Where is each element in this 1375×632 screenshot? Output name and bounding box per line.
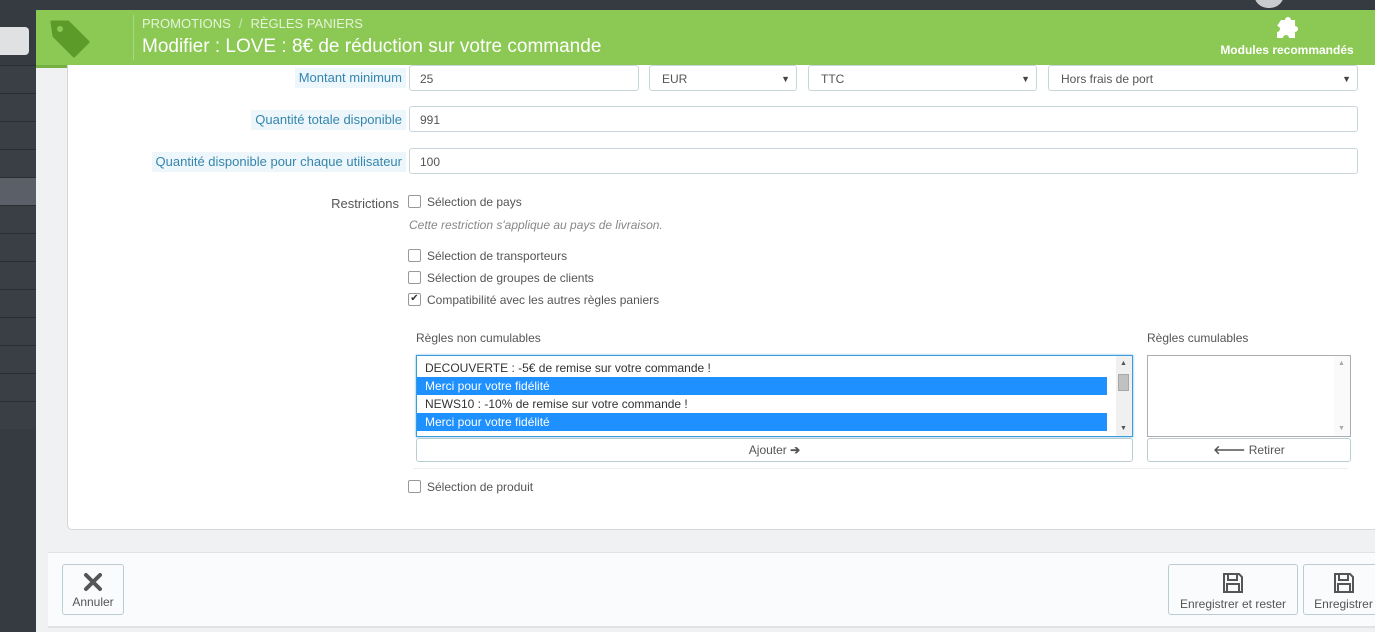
currency-value: EUR [662,72,688,86]
employee-avatar[interactable] [1254,0,1284,8]
sidebar-item[interactable] [0,121,36,149]
tax-select[interactable]: TTC ▼ [808,65,1037,91]
currency-select[interactable]: EUR ▼ [649,65,797,91]
floppy-disk-icon [1223,573,1243,593]
user-quantity-label: Quantité disponible pour chaque utilisat… [151,152,406,172]
sidebar-item[interactable] [0,345,36,373]
compatibility-checkbox[interactable]: ✔ Compatibilité avec les autres règles pa… [408,293,659,309]
cumulative-rules-list[interactable]: ▲ ▼ [1147,355,1351,437]
checkbox-unchecked[interactable] [408,271,421,285]
arrow-right-icon: ➔ [790,443,801,457]
sidebar-item[interactable] [0,317,36,345]
country-help-text: Cette restriction s'applique au pays de … [409,218,663,232]
form-footer: Annuler Enregistrer et rester Enregistre… [48,552,1375,628]
checkmark-icon[interactable]: ✔ [408,293,421,307]
carrier-restriction-label: Sélection de transporteurs [427,249,568,263]
remove-rule-button[interactable]: 🡐 Retirer [1147,438,1351,462]
checkbox-unchecked[interactable] [408,249,421,263]
sidebar-item[interactable] [0,149,36,177]
scroll-up-icon[interactable]: ▲ [1120,360,1127,367]
scroll-down-icon[interactable]: ▼ [1120,425,1127,432]
non-cumulative-rules-list[interactable]: DECOUVERTE : -5€ de remise sur votre com… [416,355,1133,437]
breadcrumb: PROMOTIONS / RÈGLES PANIERS [142,16,363,31]
recommended-modules-button[interactable]: Modules recommandés [1216,12,1358,62]
remove-rule-label: Retirer [1248,443,1285,457]
cancel-label: Annuler [72,595,114,609]
sidebar-item[interactable] [0,373,36,401]
breadcrumb-item[interactable]: RÈGLES PANIERS [250,16,362,31]
tax-value: TTC [821,72,845,86]
scroll-down-icon[interactable]: ▼ [1338,425,1345,432]
puzzle-icon [1277,17,1298,38]
sidebar-item[interactable] [0,233,36,261]
user-quantity-input[interactable]: 100 [409,148,1358,174]
list-option-selected[interactable]: Merci pour votre fidélité [417,377,1107,395]
recommended-modules-label: Modules recommandés [1220,43,1354,57]
list-option[interactable]: DECOUVERTE : -5€ de remise sur votre com… [417,359,1107,377]
group-restriction-checkbox[interactable]: Sélection de groupes de clients [408,271,594,287]
total-quantity-input[interactable]: 991 [409,106,1358,132]
save-and-stay-label: Enregistrer et rester [1179,597,1287,611]
min-amount-label: Montant minimum [294,68,406,88]
product-restriction-checkbox[interactable]: Sélection de produit [408,480,533,496]
add-rule-label: Ajouter [748,443,787,457]
tag-icon [50,20,90,58]
country-restriction-checkbox[interactable]: Sélection de pays [408,195,522,211]
conditions-panel: Montant minimum 25 EUR ▼ TTC ▼ Hors frais … [67,65,1375,530]
sidebar [0,10,36,632]
min-amount-input[interactable]: 25 [409,65,639,91]
list-option-selected[interactable]: Merci pour votre fidélité [417,413,1107,431]
scroll-up-icon[interactable]: ▲ [1338,360,1345,367]
checkbox-unchecked[interactable] [408,195,421,209]
dropdown-caret-icon: ▼ [1342,74,1351,84]
save-button[interactable]: Enregistrer [1303,564,1375,615]
compatibility-label: Compatibilité avec les autres règles pan… [427,293,660,307]
scroll-thumb[interactable] [1118,374,1129,391]
sidebar-item[interactable] [0,289,36,317]
sidebar-item[interactable] [0,401,36,429]
sidebar-item[interactable] [0,261,36,289]
save-and-stay-button[interactable]: Enregistrer et rester [1168,564,1298,615]
top-bar [0,0,1375,10]
page-header: PROMOTIONS / RÈGLES PANIERS Modifier : LOV… [36,10,1375,68]
sidebar-search-input[interactable] [0,27,29,55]
sidebar-item[interactable] [0,93,36,121]
cancel-button[interactable]: Annuler [62,564,124,615]
checkbox-unchecked[interactable] [408,480,421,494]
header-divider [133,15,134,60]
country-restriction-label: Sélection de pays [427,195,522,209]
non-cumulative-title: Règles non cumulables [416,331,541,345]
sidebar-item[interactable] [0,65,36,93]
list-scrollbar[interactable]: ▲ ▼ [1334,356,1350,436]
breadcrumb-separator: / [238,16,243,31]
list-option[interactable]: NEWS10 : -10% de remise sur votre comman… [417,395,1107,413]
sidebar-item-active[interactable] [0,177,36,205]
arrow-left-icon: 🡐 [1213,443,1246,457]
cumulative-title: Règles cumulables [1147,331,1249,345]
divider [413,468,1348,469]
floppy-disk-icon [1333,573,1354,593]
sidebar-item[interactable] [0,205,36,233]
product-restriction-label: Sélection de produit [427,480,534,494]
dropdown-caret-icon: ▼ [781,74,790,84]
breadcrumb-item[interactable]: PROMOTIONS [142,16,231,31]
list-scrollbar[interactable]: ▲ ▼ [1116,356,1132,436]
shipping-select[interactable]: Hors frais de port ▼ [1048,65,1358,91]
close-icon [84,573,102,591]
page-title: Modifier : LOVE : 8€ de réduction sur vo… [142,36,602,57]
restrictions-label: Restrictions [331,196,399,211]
dropdown-caret-icon: ▼ [1021,74,1030,84]
non-cumulative-options: DECOUVERTE : -5€ de remise sur votre com… [417,356,1132,431]
carrier-restriction-checkbox[interactable]: Sélection de transporteurs [408,249,567,265]
group-restriction-label: Sélection de groupes de clients [427,271,594,285]
save-label: Enregistrer [1314,597,1373,611]
add-rule-button[interactable]: Ajouter ➔ [416,438,1133,462]
shipping-value: Hors frais de port [1061,72,1154,86]
total-quantity-label: Quantité totale disponible [251,110,406,130]
